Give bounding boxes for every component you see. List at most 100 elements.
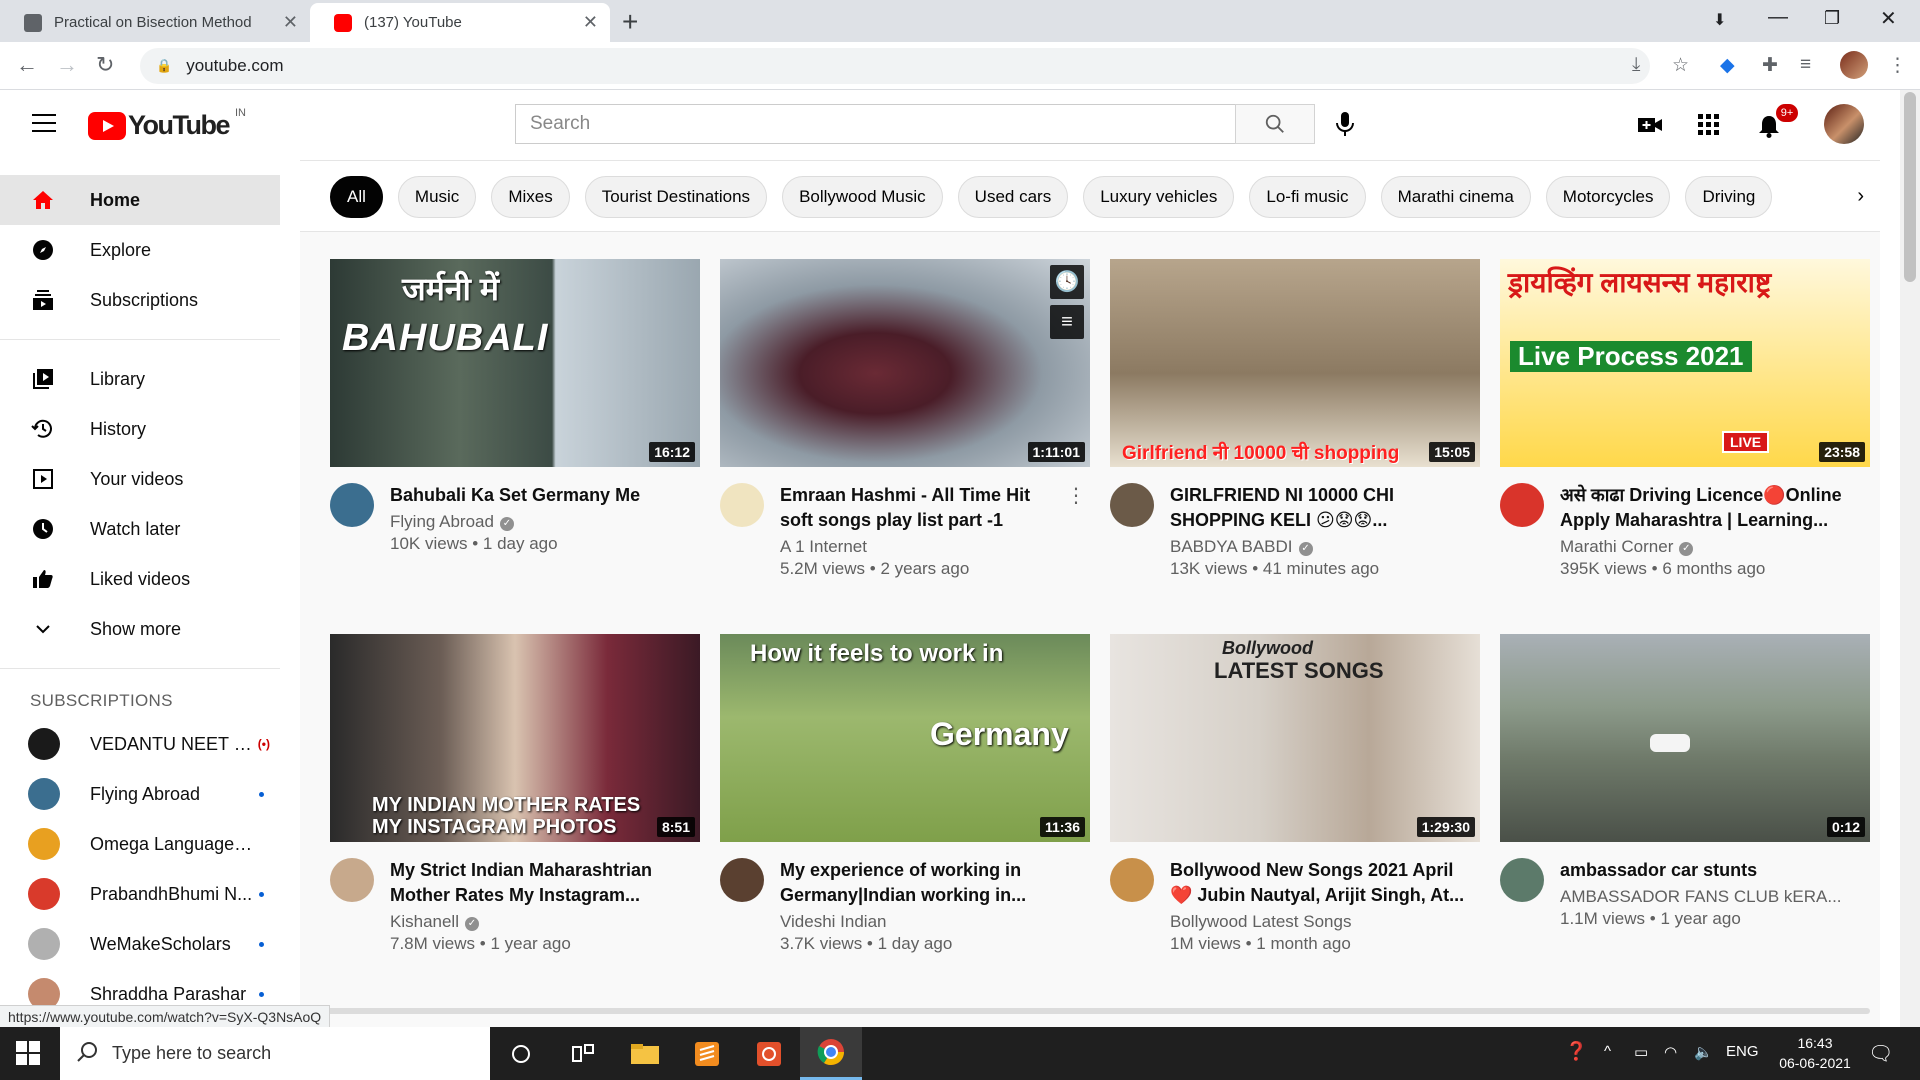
windows-start-icon[interactable] bbox=[16, 1041, 40, 1065]
search-input[interactable] bbox=[515, 104, 1235, 144]
maximize-icon[interactable]: ❐ bbox=[1824, 8, 1840, 29]
channel-avatar[interactable] bbox=[1110, 483, 1154, 527]
video-card[interactable]: Girlfriend नी 10000 ची shopping 15:05 GI… bbox=[1110, 259, 1480, 579]
reading-list-icon[interactable]: ≡ bbox=[1800, 54, 1811, 76]
chip-luxury-vehicles[interactable]: Luxury vehicles bbox=[1083, 176, 1235, 218]
chip-driving[interactable]: Driving bbox=[1685, 176, 1773, 218]
chip-marathi-cinema[interactable]: Marathi cinema bbox=[1380, 176, 1531, 218]
channel-avatar[interactable] bbox=[1500, 483, 1544, 527]
tab-search-icon[interactable]: ⬇ bbox=[1713, 10, 1726, 30]
sidebar-item-watch-later[interactable]: Watch later bbox=[0, 504, 280, 554]
bookmark-star-icon[interactable]: ☆ bbox=[1672, 54, 1689, 77]
subscription-item-flying-abroad[interactable]: Flying Abroad bbox=[0, 769, 280, 819]
browser-profile-avatar[interactable] bbox=[1840, 51, 1868, 79]
channel-name[interactable]: Flying Abroad ✓ bbox=[390, 512, 700, 532]
url-bar[interactable]: 🔒 youtube.com bbox=[140, 48, 1650, 84]
video-card[interactable]: 🕓 ≡ 1:11:01 ⋮ Emraan Hashmi - All Time H… bbox=[720, 259, 1090, 579]
back-icon[interactable]: ← bbox=[16, 52, 38, 78]
taskbar-search-box[interactable]: Type here to search bbox=[60, 1027, 490, 1080]
video-title[interactable]: Bollywood New Songs 2021 April ❤️ Jubin … bbox=[1170, 858, 1480, 908]
sidebar-item-history[interactable]: History bbox=[0, 404, 280, 454]
video-title[interactable]: My experience of working in Germany|Indi… bbox=[780, 858, 1090, 908]
extension-icon[interactable]: ◆ bbox=[1720, 54, 1735, 77]
menu-icon[interactable] bbox=[32, 114, 56, 132]
chip-bollywood-music[interactable]: Bollywood Music bbox=[782, 176, 943, 218]
video-title[interactable]: My Strict Indian Maharashtrian Mother Ra… bbox=[390, 858, 700, 908]
chip-used-cars[interactable]: Used cars bbox=[957, 176, 1069, 218]
extensions-puzzle-icon[interactable]: ✚ bbox=[1762, 54, 1778, 77]
new-tab-icon[interactable]: + bbox=[622, 6, 638, 38]
video-card[interactable]: How it feels to work in Germany 11:36 My… bbox=[720, 634, 1090, 954]
chip-music[interactable]: Music bbox=[397, 176, 477, 218]
video-card[interactable]: MY INDIAN MOTHER RATES MY INSTAGRAM PHOT… bbox=[330, 634, 700, 954]
cortana-icon[interactable] bbox=[490, 1027, 552, 1080]
sidebar-item-home[interactable]: Home bbox=[0, 175, 280, 225]
chip-all[interactable]: All bbox=[330, 176, 383, 218]
browser-menu-icon[interactable]: ⋮ bbox=[1888, 54, 1907, 77]
sidebar-item-show-more[interactable]: Show more bbox=[0, 604, 280, 654]
sidebar-item-explore[interactable]: Explore bbox=[0, 225, 280, 275]
channel-name[interactable]: Videshi Indian bbox=[780, 912, 1090, 932]
video-title[interactable]: असे काढा Driving Licence🔴Online Apply Ma… bbox=[1560, 483, 1870, 533]
sidebar-item-liked-videos[interactable]: Liked videos bbox=[0, 554, 280, 604]
video-card[interactable]: Bollywood LATEST SONGS 1:29:30 Bollywood… bbox=[1110, 634, 1480, 954]
forward-icon[interactable]: → bbox=[56, 52, 78, 78]
sublime-text-icon[interactable] bbox=[676, 1027, 738, 1080]
chip-tourist-destinations[interactable]: Tourist Destinations bbox=[584, 176, 768, 218]
channel-name[interactable]: AMBASSADOR FANS CLUB kERA... bbox=[1560, 887, 1870, 907]
wifi-icon[interactable]: ◠ bbox=[1664, 1043, 1677, 1061]
battery-icon[interactable]: ▭ bbox=[1634, 1043, 1648, 1061]
task-view-icon[interactable] bbox=[552, 1027, 614, 1080]
subscription-item-omega[interactable]: Omega Language Ac... bbox=[0, 819, 280, 869]
channel-name[interactable]: Kishanell ✓ bbox=[390, 912, 700, 932]
subscription-item-wemakescholars[interactable]: WeMakeScholars bbox=[0, 919, 280, 969]
channel-avatar[interactable] bbox=[330, 483, 374, 527]
video-thumbnail[interactable]: Girlfriend नी 10000 ची shopping 15:05 bbox=[1110, 259, 1480, 467]
subscription-item-vedantu[interactable]: VEDANTU NEET M... (•) bbox=[0, 719, 280, 769]
channel-avatar[interactable] bbox=[330, 858, 374, 902]
microphone-icon[interactable] bbox=[1334, 110, 1356, 138]
install-app-icon[interactable]: ⤓ bbox=[1632, 54, 1640, 76]
reload-icon[interactable]: ↻ bbox=[96, 52, 114, 78]
close-tab-icon[interactable]: ✕ bbox=[583, 12, 598, 33]
scrollbar-thumb[interactable] bbox=[1904, 92, 1916, 282]
video-thumbnail[interactable]: 🕓 ≡ 1:11:01 bbox=[720, 259, 1090, 467]
chrome-icon[interactable] bbox=[800, 1027, 862, 1080]
channel-name[interactable]: Marathi Corner ✓ bbox=[1560, 537, 1870, 557]
video-thumbnail[interactable]: जर्मनी में BAHUBALI 16:12 bbox=[330, 259, 700, 467]
close-tab-icon[interactable]: ✕ bbox=[283, 12, 298, 33]
account-avatar[interactable] bbox=[1824, 104, 1864, 144]
video-card[interactable]: ड्रायव्हिंग लायसन्स महाराष्ट्र Live Proc… bbox=[1500, 259, 1870, 579]
video-card[interactable]: 0:12 ambassador car stunts AMBASSADOR FA… bbox=[1500, 634, 1870, 929]
action-center-icon[interactable]: 🗨 bbox=[1868, 1041, 1893, 1066]
apps-grid-icon[interactable] bbox=[1698, 114, 1720, 136]
app-icon-orange[interactable] bbox=[738, 1027, 800, 1080]
sidebar-item-your-videos[interactable]: Your videos bbox=[0, 454, 280, 504]
chips-next-button[interactable]: › bbox=[1800, 161, 1880, 231]
chip-mixes[interactable]: Mixes bbox=[491, 176, 570, 218]
language-indicator[interactable]: ENG bbox=[1726, 1043, 1759, 1060]
channel-avatar[interactable] bbox=[720, 483, 764, 527]
horizontal-scrollbar[interactable] bbox=[300, 1008, 1870, 1014]
minimize-icon[interactable]: — bbox=[1768, 6, 1788, 29]
system-clock[interactable]: 16:43 06-06-2021 bbox=[1775, 1033, 1855, 1073]
chip-motorcycles[interactable]: Motorcycles bbox=[1545, 176, 1671, 218]
video-title[interactable]: GIRLFRIEND NI 10000 CHI SHOPPING KELI 😕😟… bbox=[1170, 483, 1480, 533]
channel-avatar[interactable] bbox=[720, 858, 764, 902]
channel-name[interactable]: Bollywood Latest Songs bbox=[1170, 912, 1480, 932]
create-video-icon[interactable] bbox=[1637, 114, 1663, 136]
volume-icon[interactable]: 🔈 bbox=[1694, 1043, 1713, 1061]
file-explorer-icon[interactable] bbox=[614, 1027, 676, 1080]
show-hidden-icons-chevron-icon[interactable]: ^ bbox=[1604, 1043, 1611, 1060]
more-actions-icon[interactable]: ⋮ bbox=[1066, 483, 1086, 508]
watch-later-icon[interactable]: 🕓 bbox=[1050, 265, 1084, 299]
video-thumbnail[interactable]: How it feels to work in Germany 11:36 bbox=[720, 634, 1090, 842]
add-to-queue-icon[interactable]: ≡ bbox=[1050, 305, 1084, 339]
browser-tab-youtube[interactable]: (137) YouTube ✕ bbox=[310, 3, 610, 42]
chip-lofi-music[interactable]: Lo-fi music bbox=[1249, 176, 1366, 218]
channel-avatar[interactable] bbox=[1500, 858, 1544, 902]
channel-name[interactable]: A 1 Internet bbox=[780, 537, 1066, 557]
video-thumbnail[interactable]: ड्रायव्हिंग लायसन्स महाराष्ट्र Live Proc… bbox=[1500, 259, 1870, 467]
search-button[interactable] bbox=[1235, 104, 1315, 144]
video-title[interactable]: ambassador car stunts bbox=[1560, 858, 1870, 883]
